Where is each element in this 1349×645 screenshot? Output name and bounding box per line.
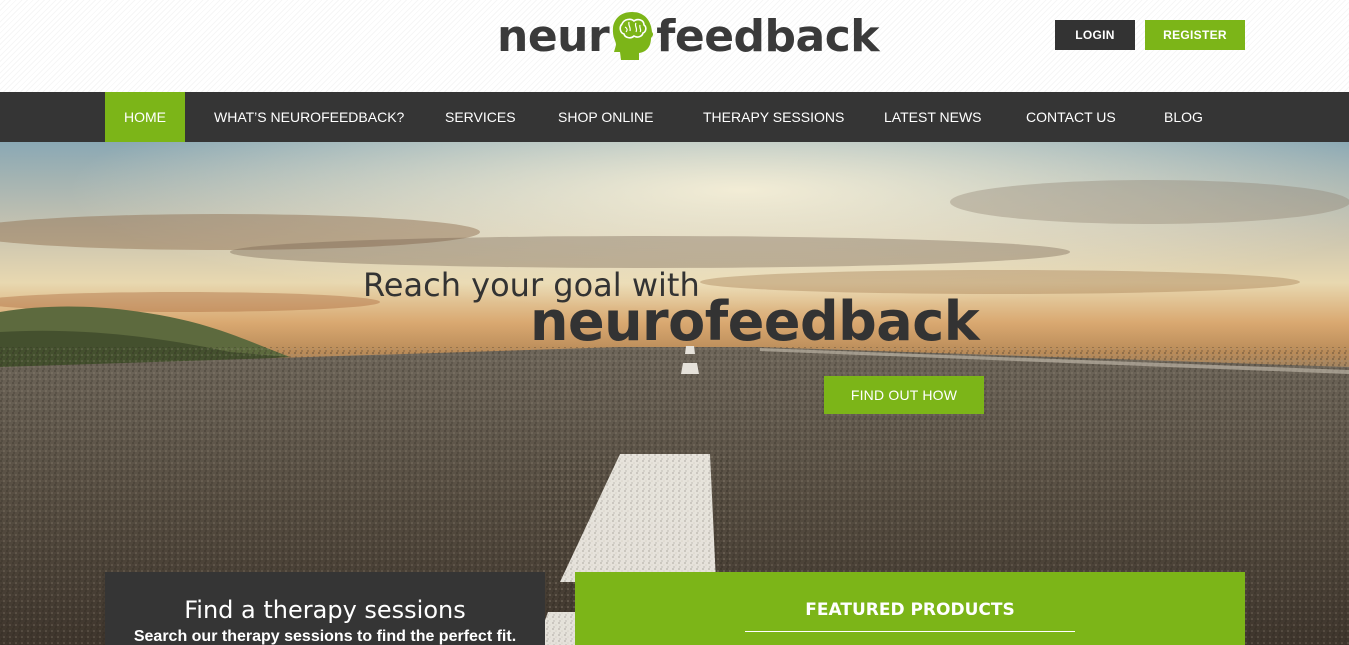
login-button[interactable]: LOGIN — [1055, 20, 1135, 50]
logo-text-right: feedback — [656, 10, 880, 62]
find-out-how-button[interactable]: FIND OUT HOW — [824, 376, 984, 414]
hero-banner: Reach your goal with neurofeedback FIND … — [0, 142, 1349, 645]
logo-text-left: neur — [497, 10, 610, 62]
nav-item-blog[interactable]: BLOG — [1164, 92, 1203, 142]
road-landscape-image — [0, 142, 1349, 645]
nav-item-latest-news[interactable]: LATEST NEWS — [884, 92, 982, 142]
main-nav: HOME WHAT’S NEUROFEEDBACK? SERVICES SHOP… — [0, 92, 1349, 142]
therapy-search-panel: Find a therapy sessions Search our thera… — [105, 572, 545, 645]
hero-headline: neurofeedback — [530, 290, 980, 353]
nav-item-therapy-sessions[interactable]: THERAPY SESSIONS — [703, 92, 844, 142]
nav-item-contact-us[interactable]: CONTACT US — [1026, 92, 1116, 142]
nav-item-home[interactable]: HOME — [105, 92, 185, 142]
register-button[interactable]: REGISTER — [1145, 20, 1245, 50]
featured-products-title: FEATURED PRODUCTS — [805, 600, 1015, 620]
nav-item-whats-neurofeedback[interactable]: WHAT’S NEUROFEEDBACK? — [214, 92, 404, 142]
head-brain-icon — [613, 12, 654, 60]
featured-products-panel: FEATURED PRODUCTS — [575, 572, 1245, 645]
therapy-panel-title: Find a therapy sessions — [184, 596, 466, 624]
nav-item-shop-online[interactable]: SHOP ONLINE — [558, 92, 653, 142]
site-header: neur feedback LOGIN REGISTER — [0, 0, 1349, 92]
therapy-panel-subtitle: Search our therapy sessions to find the … — [133, 628, 517, 645]
nav-item-services[interactable]: SERVICES — [445, 92, 516, 142]
featured-products-divider — [745, 631, 1075, 632]
site-logo[interactable]: neur feedback — [497, 8, 880, 64]
